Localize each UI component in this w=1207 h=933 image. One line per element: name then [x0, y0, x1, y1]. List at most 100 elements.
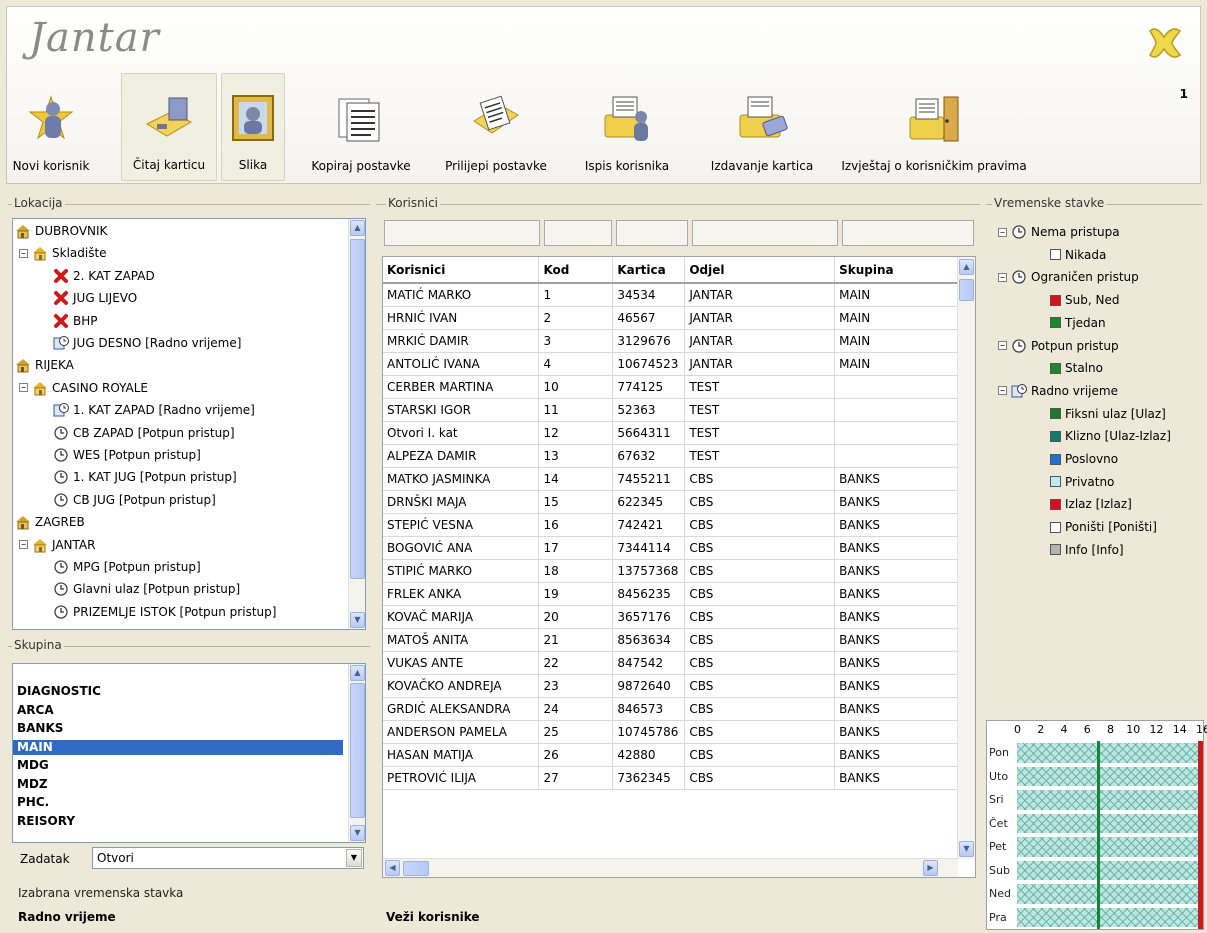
new-user-button[interactable]: Novi korisnik: [13, 73, 89, 181]
time-item-node[interactable]: Stalno: [1050, 358, 1103, 378]
column-header[interactable]: Skupina: [834, 257, 958, 284]
collapse-icon[interactable]: −: [998, 341, 1007, 350]
rights-report-button[interactable]: Izvještaj o korisničkim pravima: [821, 73, 1047, 181]
table-row[interactable]: MATOŠ ANITA 21 8563634 CBS BANKS: [383, 628, 958, 652]
collapse-icon[interactable]: −: [19, 540, 28, 550]
column-header[interactable]: Kod: [538, 257, 614, 284]
table-row[interactable]: DRNŠKI MAJA 15 622345 CBS BANKS: [383, 490, 958, 514]
filter-card-input[interactable]: [616, 220, 688, 246]
location-tree-panel[interactable]: DUBROVNIK − Skladište 2. KAT ZAPAD JUG LIJEV…: [12, 218, 366, 630]
group-list-item[interactable]: MDZ: [13, 777, 343, 792]
table-row[interactable]: Otvori I. kat 12 5664311 TEST: [383, 421, 958, 445]
group-scrollbar[interactable]: ▲ ▼: [348, 664, 365, 842]
group-list-item[interactable]: MAIN: [13, 739, 343, 755]
tree-node[interactable]: RIJEKA: [15, 355, 74, 375]
column-header[interactable]: Kartica: [612, 257, 686, 284]
time-item-node[interactable]: Tjedan: [1050, 313, 1106, 333]
green-time-marker[interactable]: [1097, 741, 1101, 929]
table-row[interactable]: ANTOLIĆ IVANA 4 10674523 JANTAR MAIN: [383, 352, 958, 376]
filter-dept-input[interactable]: [692, 220, 838, 246]
scroll-right-icon[interactable]: ▶: [923, 860, 938, 876]
table-row[interactable]: MATIĆ MARKO 1 34534 JANTAR MAIN: [383, 283, 958, 307]
scroll-thumb[interactable]: [403, 861, 429, 876]
table-row[interactable]: FRLEK ANKA 19 8456235 CBS BANKS: [383, 582, 958, 606]
table-row[interactable]: HRNIĆ IVAN 2 46567 JANTAR MAIN: [383, 306, 958, 330]
bind-users-link[interactable]: Veži korisnike: [386, 910, 480, 924]
users-hscrollbar[interactable]: ◀ ▶: [383, 858, 958, 877]
scroll-up-icon[interactable]: ▲: [959, 259, 974, 275]
table-row[interactable]: CERBER MARTINA 10 774125 TEST: [383, 375, 958, 399]
group-list-item[interactable]: REISORY: [13, 814, 343, 829]
table-row[interactable]: KOVAČ MARIJA 20 3657176 CBS BANKS: [383, 605, 958, 629]
time-item-node[interactable]: Poništi [Poništi]: [1050, 517, 1157, 537]
read-card-button[interactable]: Čitaj karticu: [121, 73, 217, 181]
tree-node[interactable]: JUG DESNO [Radno vrijeme]: [53, 333, 241, 353]
group-list-item[interactable]: MDG: [13, 758, 343, 773]
users-vscrollbar[interactable]: ▲ ▼: [957, 257, 975, 859]
time-item-node[interactable]: − Ograničen pristup: [998, 267, 1139, 287]
table-row[interactable]: STARSKI IGOR 11 52363 TEST: [383, 398, 958, 422]
time-item-node[interactable]: Info [Info]: [1050, 540, 1124, 560]
group-list-item[interactable]: ARCA: [13, 703, 343, 718]
table-row[interactable]: STEPIĆ VESNA 16 742421 CBS BANKS: [383, 513, 958, 537]
tree-node[interactable]: − JANTAR: [19, 535, 95, 555]
table-row[interactable]: STIPIĆ MARKO 18 13757368 CBS BANKS: [383, 559, 958, 583]
tree-node[interactable]: CB JUG [Potpun pristup]: [53, 490, 216, 510]
scroll-down-icon[interactable]: ▼: [350, 612, 365, 628]
tree-node[interactable]: CB ZAPAD [Potpun pristup]: [53, 423, 235, 443]
location-scrollbar[interactable]: ▲ ▼: [348, 219, 365, 629]
issue-cards-button[interactable]: Izdavanje kartica: [699, 73, 825, 181]
day-schedule-bar[interactable]: [1017, 743, 1203, 763]
collapse-icon[interactable]: −: [998, 227, 1007, 237]
group-list-item[interactable]: PHC.: [13, 795, 343, 810]
picture-button[interactable]: Slika: [221, 73, 285, 181]
day-schedule-bar[interactable]: [1017, 766, 1203, 786]
table-row[interactable]: MATKO JASMINKA 14 7455211 CBS BANKS: [383, 467, 958, 491]
print-user-button[interactable]: Ispis korisnika: [569, 73, 685, 181]
table-row[interactable]: VUKAS ANTE 22 847542 CBS BANKS: [383, 651, 958, 675]
close-icon[interactable]: [1142, 21, 1186, 65]
scroll-up-icon[interactable]: ▲: [350, 665, 365, 681]
tree-node[interactable]: Glavni ulaz [Potpun pristup]: [53, 579, 240, 599]
table-row[interactable]: PETROVIĆ ILIJA 27 7362345 CBS BANKS: [383, 766, 958, 790]
tree-node[interactable]: ZAGREB: [15, 512, 85, 532]
day-schedule-bar[interactable]: [1017, 837, 1203, 857]
collapse-icon[interactable]: −: [998, 272, 1007, 282]
time-items-tree[interactable]: − Nema pristupa Nikada − Ograničen pristup Su…: [988, 218, 1202, 718]
filter-group-input[interactable]: [842, 220, 974, 246]
table-row[interactable]: ANDERSON PAMELA 25 10745786 CBS BANKS: [383, 720, 958, 744]
time-item-node[interactable]: Nikada: [1050, 245, 1106, 265]
tree-node[interactable]: 2. KAT ZAPAD: [53, 266, 155, 286]
day-schedule-bar[interactable]: [1017, 860, 1203, 880]
scroll-left-icon[interactable]: ◀: [385, 860, 400, 876]
table-row[interactable]: ALPEZA DAMIR 13 67632 TEST: [383, 444, 958, 468]
group-list-item[interactable]: BANKS: [13, 721, 343, 736]
tree-node[interactable]: 1. KAT JUG [Potpun pristup]: [53, 467, 237, 487]
day-schedule-bar[interactable]: [1017, 813, 1203, 833]
time-item-node[interactable]: − Potpun pristup: [998, 336, 1119, 356]
tree-node[interactable]: − CASINO ROYALE: [19, 378, 148, 398]
day-schedule-bar[interactable]: [1017, 790, 1203, 810]
day-schedule-bar[interactable]: [1017, 884, 1203, 904]
column-header[interactable]: Korisnici: [383, 257, 540, 284]
tree-node[interactable]: PRIZEMLJE ISTOK [Potpun pristup]: [53, 602, 276, 622]
tree-node[interactable]: 1. KAT ZAPAD [Radno vrijeme]: [53, 400, 255, 420]
task-select[interactable]: Otvori ▼: [92, 847, 364, 869]
chevron-down-icon[interactable]: ▼: [346, 849, 362, 867]
scroll-thumb[interactable]: [959, 279, 974, 301]
scroll-down-icon[interactable]: ▼: [350, 825, 365, 841]
time-item-node[interactable]: Fiksni ulaz [Ulaz]: [1050, 404, 1166, 424]
scroll-thumb[interactable]: [350, 239, 365, 579]
time-item-node[interactable]: Privatno: [1050, 472, 1114, 492]
scroll-down-icon[interactable]: ▼: [959, 841, 974, 857]
table-row[interactable]: GRDIĆ ALEKSANDRA 24 846573 CBS BANKS: [383, 697, 958, 721]
table-row[interactable]: HASAN MATIJA 26 42880 CBS BANKS: [383, 743, 958, 767]
collapse-icon[interactable]: −: [19, 383, 28, 393]
paste-settings-button[interactable]: Prilijepi postavke: [443, 73, 549, 181]
collapse-icon[interactable]: −: [19, 248, 28, 258]
time-item-node[interactable]: Klizno [Ulaz-Izlaz]: [1050, 426, 1171, 446]
time-item-node[interactable]: Poslovno: [1050, 449, 1118, 469]
time-item-node[interactable]: Sub, Ned: [1050, 290, 1119, 310]
tree-node[interactable]: DUBROVNIK: [15, 221, 107, 241]
table-row[interactable]: MRKIĆ DAMIR 3 3129676 JANTAR MAIN: [383, 329, 958, 353]
